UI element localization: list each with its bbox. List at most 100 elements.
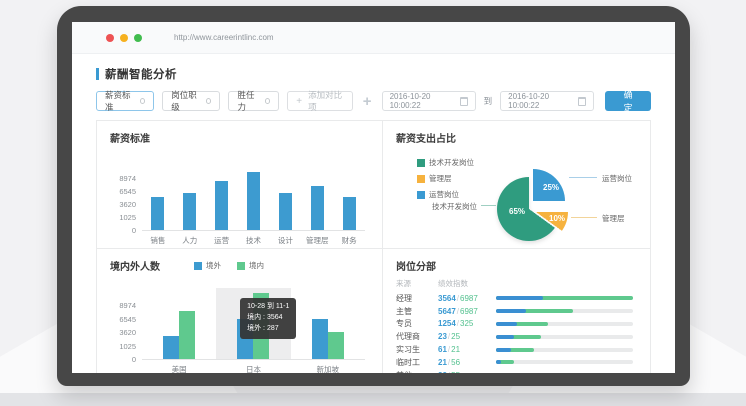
table-row: 临时工 21/56	[396, 356, 637, 369]
date-to-value: 2016-10-20 10:00:22	[508, 92, 572, 110]
x-tick: 管理层	[301, 235, 333, 246]
bar-chart-headcount: 8974 6545 3620 1025 0	[110, 274, 369, 373]
bar-singapore-overseas[interactable]	[312, 319, 328, 359]
y-tick: 0	[132, 356, 136, 364]
progress-blue	[496, 348, 511, 352]
maximize-icon[interactable]	[134, 34, 142, 42]
pie-value-operations: 25%	[543, 183, 559, 192]
legend-swatch-icon	[194, 262, 202, 270]
calendar-icon	[578, 97, 586, 106]
calendar-icon	[460, 97, 468, 106]
x-tick: 技术	[238, 235, 270, 246]
bar-hr[interactable]	[183, 193, 196, 230]
y-tick: 0	[132, 227, 136, 235]
address-bar[interactable]: http://www.careerintlinc.com	[174, 33, 274, 42]
panel-title: 境内外人数	[110, 258, 160, 273]
legend-swatch-icon	[417, 191, 425, 199]
close-icon[interactable]	[106, 34, 114, 42]
plus-icon[interactable]: +	[363, 93, 372, 110]
row-values: 1254/325	[438, 319, 496, 328]
legend-item-overseas[interactable]: 境外	[194, 260, 221, 271]
bar-finance[interactable]	[343, 197, 356, 230]
value-secondary: 55	[451, 371, 460, 373]
x-tick: 运营	[206, 235, 238, 246]
bar-group-usa	[142, 288, 216, 359]
y-axis: 8974 6545 3620 1025 0	[110, 288, 140, 360]
confirm-button[interactable]: 确定	[605, 91, 651, 111]
date-from-input[interactable]: 2016-10-20 10:00:22	[382, 91, 476, 111]
bar-group-singapore	[291, 288, 365, 359]
y-tick: 6545	[119, 188, 136, 196]
table-row: 主管 5647/6987	[396, 305, 637, 318]
row-values: 32/55	[438, 371, 496, 373]
bar-usa-domestic[interactable]	[179, 311, 195, 359]
legend-item-management[interactable]: 管理层	[417, 173, 474, 184]
x-tick: 设计	[269, 235, 301, 246]
callout-label-tech: 技术开发岗位	[405, 201, 477, 212]
bar-management[interactable]	[311, 186, 324, 230]
floor-strip	[0, 393, 746, 406]
tooltip-domestic: 境内 : 3564	[247, 313, 289, 324]
progress-track	[496, 296, 633, 300]
pie-value-tech: 65%	[509, 207, 525, 216]
value-secondary: 325	[460, 319, 473, 328]
y-tick: 1025	[119, 343, 136, 351]
minimize-icon[interactable]	[120, 34, 128, 42]
chip-label: 添加对比项	[308, 89, 344, 113]
panel-salary-share: 薪资支出占比 技术开发岗位 管理层 运营岗位	[383, 121, 650, 249]
x-tick: 美国	[142, 364, 216, 373]
column-header-source: 来源	[396, 278, 438, 289]
bar-design[interactable]	[279, 193, 292, 230]
value-secondary: 25	[451, 332, 460, 341]
chip-circle-icon	[140, 98, 145, 104]
value-primary: 1254	[438, 319, 456, 328]
add-comparison-chip[interactable]: + 添加对比项	[287, 91, 353, 111]
bar-tech[interactable]	[247, 172, 260, 230]
chip-label: 薪资标准	[105, 89, 134, 113]
filter-chip-position-grade[interactable]: 岗位职级	[162, 91, 220, 111]
page-title: 薪酬智能分析	[105, 66, 177, 82]
x-axis-labels: 销售 人力 运营 技术 设计 管理层 财务	[142, 235, 365, 246]
legend-item-operations[interactable]: 运营岗位	[417, 189, 474, 200]
callout-line	[571, 217, 597, 218]
value-separator: /	[457, 294, 459, 303]
callout-label-management: 管理层	[602, 213, 625, 224]
laptop-screen: http://www.careerintlinc.com 薪酬智能分析 薪资标准…	[72, 22, 675, 373]
row-label: 专员	[396, 318, 438, 329]
legend-item-domestic[interactable]: 境内	[237, 260, 264, 271]
x-tick: 新加坡	[291, 364, 365, 373]
bar-usa-overseas[interactable]	[163, 336, 179, 359]
browser-chrome: http://www.careerintlinc.com	[72, 22, 675, 54]
panel-title: 薪资支出占比	[396, 130, 637, 145]
value-separator: /	[457, 307, 459, 316]
progress-track	[496, 360, 633, 364]
x-tick: 日本	[216, 364, 290, 373]
filter-chip-salary-standard[interactable]: 薪资标准	[96, 91, 154, 111]
legend-swatch-icon	[417, 175, 425, 183]
progress-blue	[496, 309, 526, 313]
row-values: 5647/6987	[438, 307, 496, 316]
bar-operations[interactable]	[215, 181, 228, 230]
y-tick: 3620	[119, 329, 136, 337]
panel-title: 薪资标准	[110, 130, 369, 145]
chip-circle-icon	[206, 98, 211, 104]
bar-sales[interactable]	[151, 197, 164, 230]
tooltip-overseas: 境外 : 287	[247, 324, 289, 335]
column-header-index: 绩效指数	[438, 278, 496, 289]
page-title-row: 薪酬智能分析	[96, 66, 651, 82]
chart-tooltip: 10-28 到 11-1 境内 : 3564 境外 : 287	[240, 298, 296, 339]
legend-label: 运营岗位	[429, 189, 459, 200]
filter-toolbar: 薪资标准 岗位职级 胜任力 + 添加对比项 + 2016-10-20 10:00…	[96, 91, 651, 111]
filter-chip-competency[interactable]: 胜任力	[228, 91, 279, 111]
progress-track	[496, 309, 633, 313]
panel-headcount: 境内外人数 境外 境内 8974	[97, 249, 383, 373]
progress-track	[496, 348, 633, 352]
value-primary: 61	[438, 345, 447, 354]
legend-swatch-icon	[237, 262, 245, 270]
bar-singapore-domestic[interactable]	[328, 332, 344, 359]
value-secondary: 56	[451, 358, 460, 367]
y-tick: 8974	[119, 302, 136, 310]
date-to-input[interactable]: 2016-10-20 10:00:22	[500, 91, 594, 111]
value-primary: 5647	[438, 307, 456, 316]
legend-item-tech[interactable]: 技术开发岗位	[417, 157, 474, 168]
